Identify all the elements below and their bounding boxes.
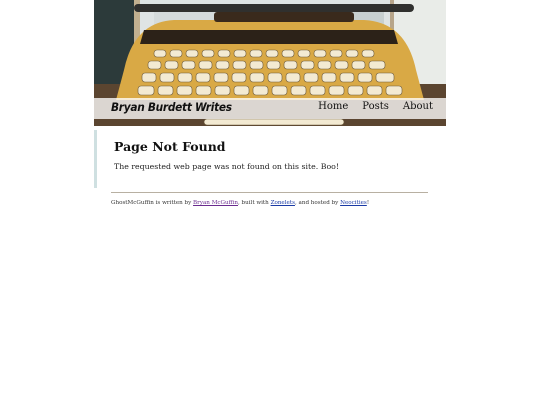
- footer-prefix-text: GhostMcGuffin is written by: [111, 200, 194, 206]
- neocities-link[interactable]: Neocities: [340, 200, 367, 206]
- site-brand[interactable]: Bryan Burdett Writes: [111, 100, 232, 114]
- footer-mid-text-2: , and hosted by: [294, 200, 341, 206]
- page-container: Bryan Burdett Writes Home Posts About: [94, 0, 446, 126]
- footer: GhostMcGuffin is written by Bryan McGuff…: [111, 200, 369, 206]
- nav-about-link[interactable]: About: [403, 101, 433, 112]
- footer-divider: [111, 192, 428, 193]
- zonelets-link[interactable]: Zonelets: [271, 200, 295, 206]
- navigation-bar: Bryan Burdett Writes Home Posts About: [94, 98, 446, 119]
- not-found-message: The requested web page was not found on …: [114, 162, 339, 171]
- nav-home-link[interactable]: Home: [318, 101, 348, 112]
- nav-posts-link[interactable]: Posts: [362, 101, 389, 112]
- header-banner: Bryan Burdett Writes Home Posts About: [94, 0, 446, 126]
- author-link[interactable]: Bryan McGuffin: [193, 200, 238, 206]
- main-content: Page Not Found The requested web page wa…: [94, 130, 427, 188]
- footer-suffix-text: !: [366, 200, 370, 206]
- page-title: Page Not Found: [114, 139, 226, 154]
- footer-mid-text: , built with: [238, 200, 271, 206]
- nav-links: Home Posts About: [318, 101, 433, 112]
